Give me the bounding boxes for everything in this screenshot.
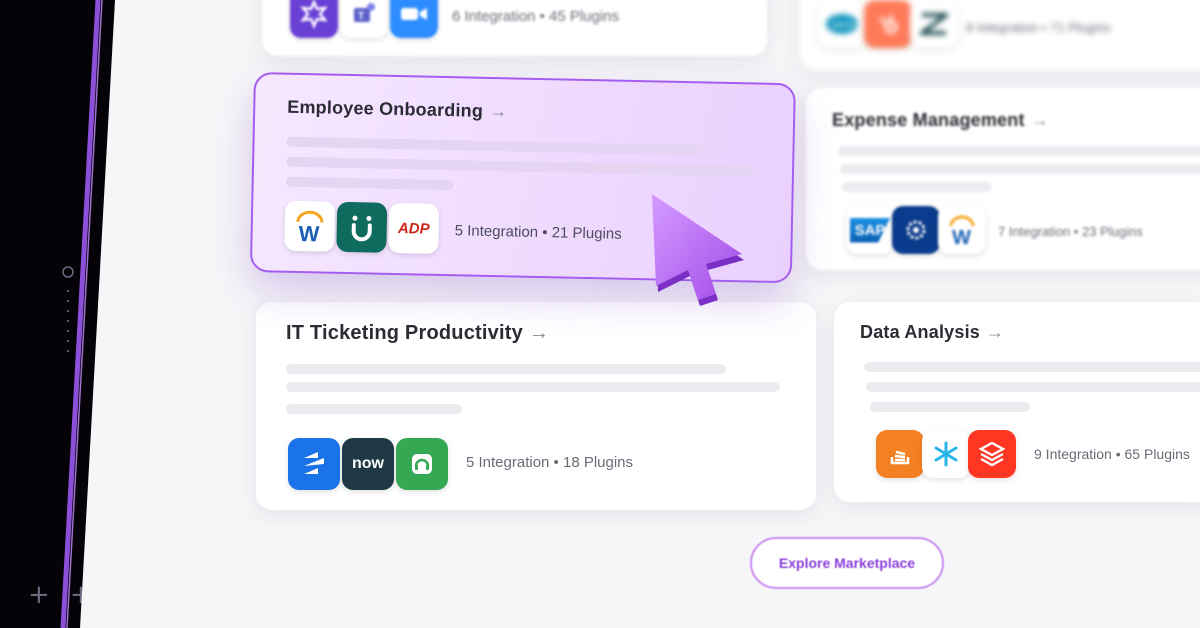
- svg-text:W: W: [952, 227, 971, 248]
- placeholder-line: [286, 156, 755, 177]
- marketplace-screen: T 6 Integration • 45 Plugins salesforce …: [80, 0, 1200, 628]
- card-title: Data Analysis →: [860, 322, 1005, 342]
- explore-marketplace-button[interactable]: Explore Marketplace: [750, 537, 944, 589]
- integration-count: 7 Integration • 23 Plugins: [998, 224, 1143, 239]
- salesforce-icon: salesforce: [818, 0, 866, 48]
- placeholder-line: [286, 364, 726, 374]
- workiva-icon: [892, 206, 940, 254]
- arrow-right-icon: →: [986, 322, 1005, 342]
- workday-icon: W: [284, 200, 336, 252]
- it-ticketing-card[interactable]: IT Ticketing Productivity → now 5 Integra…: [256, 302, 816, 510]
- hubspot-icon: [864, 0, 912, 48]
- jira-service-icon: [288, 438, 340, 490]
- integration-count: 8 Integration • 71 Plugins: [966, 20, 1111, 35]
- databricks-icon: [968, 430, 1016, 478]
- placeholder-line: [286, 136, 703, 156]
- integration-count: 5 Integration • 21 Plugins: [454, 222, 622, 243]
- placeholder-line: [870, 402, 1030, 412]
- placeholder-line: [864, 362, 1200, 372]
- expense-management-card[interactable]: Expense Management → SAP W 7 Integration …: [806, 88, 1200, 270]
- card-title: IT Ticketing Productivity →: [286, 322, 550, 344]
- integration-count: 6 Integration • 45 Plugins: [452, 8, 620, 25]
- stackoverflow-icon: [876, 430, 924, 478]
- puzzle-icon: [290, 0, 338, 38]
- placeholder-line: [286, 404, 462, 414]
- placeholder-line: [286, 382, 780, 392]
- unito-icon: [336, 201, 388, 253]
- placeholder-line: [866, 382, 1200, 392]
- zoom-icon: [390, 0, 438, 38]
- integration-count: 5 Integration • 18 Plugins: [466, 454, 634, 471]
- placeholder-line: [838, 146, 1200, 156]
- top-left-card[interactable]: T 6 Integration • 45 Plugins: [262, 0, 767, 56]
- placeholder-line: [285, 176, 454, 191]
- arrow-right-icon: →: [488, 100, 508, 122]
- svg-text:salesforce: salesforce: [831, 22, 860, 29]
- snowflake-icon: [922, 430, 970, 478]
- headset-icon: [396, 438, 448, 490]
- adp-icon: ADP: [388, 202, 440, 254]
- arrow-right-icon: →: [528, 322, 550, 344]
- integration-count: 9 Integration • 65 Plugins: [1034, 446, 1190, 462]
- teams-icon: T: [340, 0, 388, 38]
- card-title: Expense Management →: [832, 110, 1049, 130]
- placeholder-line: [842, 182, 992, 192]
- sap-icon: SAP: [846, 206, 894, 254]
- plus-decoration-icon: +: [28, 580, 50, 610]
- card-title: Employee Onboarding →: [287, 96, 508, 122]
- placeholder-line: [840, 164, 1200, 174]
- arrow-right-icon: →: [1030, 110, 1049, 130]
- top-right-card[interactable]: salesforce 8 Integration • 71 Plugins: [800, 0, 1200, 70]
- svg-text:W: W: [298, 221, 320, 246]
- zendesk-icon: [910, 0, 958, 48]
- workday-icon: W: [938, 206, 986, 254]
- svg-text:T: T: [358, 11, 364, 22]
- cursor-pointer-icon: [652, 194, 744, 306]
- servicenow-icon: now: [342, 438, 394, 490]
- data-analysis-card[interactable]: Data Analysis → 9 Integration • 65 Plugin…: [834, 302, 1200, 502]
